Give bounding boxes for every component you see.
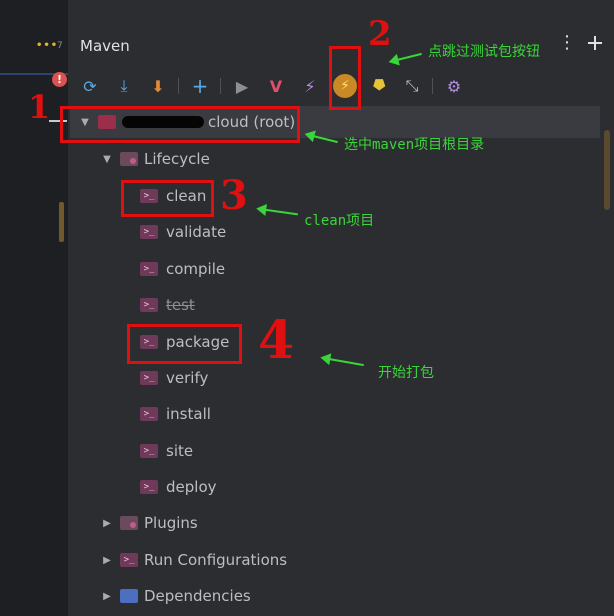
panel-title: Maven bbox=[80, 37, 130, 55]
annotation-number-2: 2 bbox=[368, 14, 392, 54]
kebab-menu-icon[interactable]: ⋮ bbox=[558, 34, 576, 52]
plugins-label: Plugins bbox=[144, 514, 198, 532]
goal-site[interactable]: >_ site bbox=[70, 435, 193, 467]
toolbar-separator bbox=[178, 78, 179, 94]
goal-icon: >_ bbox=[140, 262, 158, 276]
vertical-scrollbar[interactable] bbox=[604, 130, 610, 210]
lifecycle-label: Lifecycle bbox=[144, 150, 210, 168]
toolbar-separator bbox=[220, 78, 221, 94]
annotation-text-root: 选中maven项目根目录 bbox=[344, 137, 485, 153]
dependencies-folder-icon bbox=[120, 589, 138, 603]
chevron-right-icon[interactable]: ▶ bbox=[100, 591, 114, 602]
plugins-folder-icon bbox=[120, 516, 138, 530]
goal-label: site bbox=[166, 442, 194, 460]
tree-lifecycle[interactable]: ▼ Lifecycle bbox=[70, 143, 210, 175]
annotation-box-clean bbox=[121, 180, 214, 217]
add-project-icon[interactable]: + bbox=[188, 74, 212, 98]
goal-icon: >_ bbox=[140, 407, 158, 421]
goal-label: deploy bbox=[166, 478, 217, 496]
error-icon[interactable]: ! bbox=[52, 72, 67, 87]
run-configurations-icon: >_ bbox=[120, 553, 138, 567]
chevron-right-icon[interactable]: ▶ bbox=[100, 518, 114, 529]
goal-label: validate bbox=[166, 223, 227, 241]
goal-verify[interactable]: >_ verify bbox=[70, 362, 208, 394]
goal-icon: >_ bbox=[140, 480, 158, 494]
goal-icon: >_ bbox=[140, 371, 158, 385]
run-configurations-label: Run Configurations bbox=[144, 551, 288, 569]
show-dependencies-icon[interactable]: ⯂ bbox=[366, 74, 390, 98]
scroll-marker bbox=[59, 202, 64, 242]
lifecycle-folder-icon bbox=[120, 152, 138, 166]
dependencies-label: Dependencies bbox=[144, 587, 251, 605]
annotation-text-package: 开始打包 bbox=[378, 365, 434, 381]
goal-icon: >_ bbox=[140, 298, 158, 312]
annotation-box-skip-tests bbox=[329, 46, 361, 110]
collapse-all-icon[interactable]: ⤡ bbox=[400, 74, 424, 98]
annotation-box-root bbox=[60, 106, 300, 143]
minus-icon[interactable] bbox=[588, 36, 602, 50]
run-icon[interactable]: ▶ bbox=[230, 74, 254, 98]
goal-icon: >_ bbox=[140, 225, 158, 239]
chevron-right-icon[interactable]: ▶ bbox=[100, 555, 114, 566]
reload-icon[interactable]: ⟳ bbox=[78, 74, 102, 98]
annotation-text-skip: 点跳过测试包按钮 bbox=[428, 44, 540, 60]
goal-label: test bbox=[166, 296, 195, 314]
annotation-box-package bbox=[127, 324, 242, 364]
goal-deploy[interactable]: >_ deploy bbox=[70, 471, 217, 503]
tree-plugins[interactable]: ▶ Plugins bbox=[70, 507, 198, 539]
goal-install[interactable]: >_ install bbox=[70, 398, 211, 430]
annotation-number-3: 3 bbox=[220, 172, 248, 219]
generate-sources-icon[interactable]: ⤓ bbox=[112, 74, 136, 98]
annotation-text-clean: clean项目 bbox=[304, 213, 375, 229]
goal-label: install bbox=[166, 405, 211, 423]
goal-validate[interactable]: >_ validate bbox=[70, 216, 226, 248]
download-sources-icon[interactable]: ⬇ bbox=[146, 74, 170, 98]
execute-goal-icon[interactable]: V bbox=[264, 74, 288, 98]
tab-count: 7 bbox=[57, 41, 63, 51]
goal-compile[interactable]: >_ compile bbox=[70, 253, 225, 285]
tree-run-configurations[interactable]: ▶ >_ Run Configurations bbox=[70, 544, 287, 576]
more-tabs-icon[interactable]: ••• bbox=[36, 40, 58, 51]
annotation-number-1: 1 bbox=[28, 88, 51, 126]
annotation-number-4: 4 bbox=[258, 310, 295, 371]
toolbar-separator bbox=[432, 78, 433, 94]
toggle-offline-icon[interactable]: ⚡ bbox=[298, 74, 322, 98]
goal-label: verify bbox=[166, 369, 209, 387]
goal-icon: >_ bbox=[140, 444, 158, 458]
settings-icon[interactable]: ⚙ bbox=[442, 74, 466, 98]
tree-dependencies[interactable]: ▶ Dependencies bbox=[70, 580, 251, 612]
goal-test[interactable]: >_ test bbox=[70, 289, 195, 321]
chevron-down-icon[interactable]: ▼ bbox=[100, 154, 114, 165]
goal-label: compile bbox=[166, 260, 226, 278]
